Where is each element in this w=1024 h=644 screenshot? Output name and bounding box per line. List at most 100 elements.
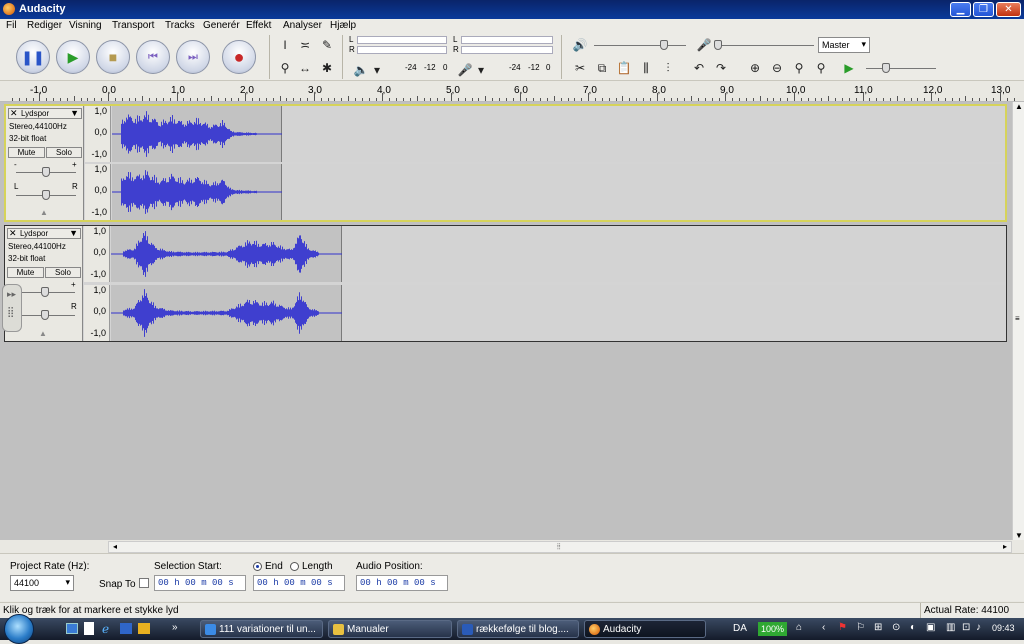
- scroll-left-icon[interactable]: ◂: [113, 542, 117, 551]
- pause-button[interactable]: ❚❚: [16, 40, 50, 74]
- menu-file[interactable]: Fil: [6, 20, 17, 31]
- draw-tool-icon[interactable]: ✎: [318, 36, 336, 54]
- channel-right[interactable]: [112, 164, 1005, 220]
- envelope-tool-icon[interactable]: ≍: [296, 36, 314, 54]
- cut-icon[interactable]: ✂: [571, 59, 589, 77]
- multi-tool-icon[interactable]: ✱: [318, 59, 336, 77]
- zoom-in-icon[interactable]: ⊕: [746, 59, 764, 77]
- zoom-out-icon[interactable]: ⊖: [768, 59, 786, 77]
- pan-slider[interactable]: [42, 190, 50, 200]
- selection-start-field[interactable]: 00 h 00 m 00 s: [154, 575, 246, 591]
- taskbar-item[interactable]: rækkefølge til blog....: [457, 620, 579, 638]
- track-name-menu[interactable]: ✕ Lydspor ▼: [8, 108, 82, 119]
- copy-icon[interactable]: ⧉: [593, 59, 611, 77]
- menu-view[interactable]: Visning: [69, 20, 102, 31]
- show-desktop-icon[interactable]: [66, 623, 78, 634]
- paste-icon[interactable]: 📋: [615, 59, 633, 77]
- tray-app-icon[interactable]: ⊡: [962, 622, 970, 633]
- collapse-icon[interactable]: ▲: [40, 208, 48, 217]
- vertical-scale[interactable]: 1,0 0,0 -1,0: [85, 164, 111, 220]
- timeline-ruler[interactable]: -1,0 0,0 1,0 2,0 3,0 4,0 5,0 6,0 7,0 8,0…: [0, 82, 1024, 102]
- menu-analyze[interactable]: Analyser: [283, 20, 322, 31]
- minimize-button[interactable]: ▁: [950, 2, 971, 17]
- menu-help[interactable]: Hjælp: [330, 20, 356, 31]
- gain-slider[interactable]: [42, 167, 50, 177]
- menu-transport[interactable]: Transport: [112, 20, 154, 31]
- taskbar-item[interactable]: Manualer: [328, 620, 452, 638]
- scroll-down-icon[interactable]: ▼: [1015, 531, 1023, 540]
- timeshift-tool-icon[interactable]: ↔: [296, 59, 314, 77]
- menu-generate[interactable]: Generér: [203, 20, 240, 31]
- play-at-speed-icon[interactable]: ▶: [840, 59, 858, 77]
- input-volume-slider[interactable]: [714, 40, 722, 50]
- selection-tool-icon[interactable]: I: [276, 36, 294, 54]
- explorer-icon[interactable]: [120, 623, 132, 634]
- channel-left[interactable]: [111, 226, 1006, 282]
- play-speed-slider[interactable]: [882, 63, 890, 73]
- solo-button[interactable]: Solo: [46, 147, 82, 158]
- toolbar-dock-handle[interactable]: ▸▸ ⣿: [2, 284, 22, 332]
- volume-icon[interactable]: ♪: [976, 622, 981, 633]
- project-rate-select[interactable]: 44100 ▾: [10, 575, 74, 591]
- play-button[interactable]: ▶: [56, 40, 90, 74]
- solo-button[interactable]: Solo: [45, 267, 81, 278]
- language-indicator[interactable]: DA: [733, 623, 747, 634]
- trim-icon[interactable]: ⫼: [637, 59, 655, 77]
- audio-clip[interactable]: [111, 285, 342, 341]
- redo-icon[interactable]: ↷: [712, 59, 730, 77]
- vertical-scrollbar[interactable]: ▲ ≡ ▼: [1012, 102, 1024, 540]
- tray-app-icon[interactable]: ⊞: [874, 622, 882, 633]
- track-name-menu[interactable]: ✕ Lydspor ▼: [7, 228, 81, 239]
- media-icon[interactable]: [138, 623, 150, 634]
- vertical-scale[interactable]: 1,0 0,0 -1,0: [85, 106, 111, 162]
- quicklaunch-more-icon[interactable]: »: [172, 622, 178, 633]
- taskbar-item[interactable]: Audacity: [584, 620, 706, 638]
- flag-icon[interactable]: ⚐: [856, 622, 865, 633]
- selection-end-field[interactable]: 00 h 00 m 00 s: [253, 575, 345, 591]
- undo-icon[interactable]: ↶: [690, 59, 708, 77]
- track-area[interactable]: ✕ Lydspor ▼ Stereo,44100Hz 32-bit float …: [0, 102, 1012, 540]
- channel-left[interactable]: [112, 106, 1005, 162]
- vertical-scale[interactable]: 1,0 0,0 -1,0: [84, 285, 110, 341]
- fit-selection-icon[interactable]: ⚲: [790, 59, 808, 77]
- end-radio[interactable]: [253, 562, 262, 571]
- zoom-tool-icon[interactable]: ⚲: [276, 59, 294, 77]
- pan-slider[interactable]: [41, 310, 49, 320]
- vertical-scale[interactable]: 1,0 0,0 -1,0: [84, 226, 110, 282]
- internet-explorer-icon[interactable]: ℯ: [102, 622, 109, 636]
- tray-app-icon[interactable]: ▥: [946, 622, 955, 633]
- skip-start-button[interactable]: ⏮: [136, 40, 170, 74]
- taskbar-item[interactable]: 111 variationer til un...: [200, 620, 323, 638]
- length-radio[interactable]: [290, 562, 299, 571]
- tray-app-icon[interactable]: ◐: [910, 622, 916, 633]
- input-source-select[interactable]: Master ▾: [818, 37, 870, 53]
- mute-button[interactable]: Mute: [8, 147, 45, 158]
- close-icon[interactable]: ✕: [9, 228, 17, 239]
- stop-button[interactable]: ■: [96, 40, 130, 74]
- document-icon[interactable]: [84, 622, 94, 635]
- scroll-up-icon[interactable]: ▲: [1015, 102, 1023, 111]
- menu-edit[interactable]: Rediger: [27, 20, 62, 31]
- tray-expand-icon[interactable]: ‹: [822, 622, 825, 633]
- tray-app-icon[interactable]: ⊙: [892, 622, 900, 633]
- clock[interactable]: 09:43: [992, 623, 1015, 633]
- collapse-icon[interactable]: ▲: [39, 329, 47, 338]
- gain-slider[interactable]: [41, 287, 49, 297]
- snap-to-checkbox[interactable]: [139, 578, 149, 588]
- fit-project-icon[interactable]: ⚲: [812, 59, 830, 77]
- audio-track-2[interactable]: ✕ Lydspor ▼ Stereo,44100Hz 32-bit float …: [4, 225, 1007, 342]
- network-icon[interactable]: ⌂: [796, 622, 802, 633]
- output-volume-slider[interactable]: [660, 40, 668, 50]
- tray-app-icon[interactable]: ▣: [926, 622, 935, 633]
- close-button[interactable]: ✕: [996, 2, 1021, 17]
- silence-icon[interactable]: ⫶: [659, 59, 677, 77]
- audio-clip[interactable]: [112, 164, 282, 220]
- maximize-button[interactable]: ❐: [973, 2, 994, 17]
- horizontal-scrollbar[interactable]: ◂ ⦙⦙ ▸: [108, 541, 1012, 553]
- mute-button[interactable]: Mute: [7, 267, 44, 278]
- scroll-right-icon[interactable]: ▸: [1003, 542, 1007, 551]
- menu-effect[interactable]: Effekt: [246, 20, 271, 31]
- chevron-down-icon[interactable]: ▾: [368, 61, 386, 79]
- battery-indicator[interactable]: 100%: [758, 622, 788, 636]
- channel-right[interactable]: [111, 285, 1006, 341]
